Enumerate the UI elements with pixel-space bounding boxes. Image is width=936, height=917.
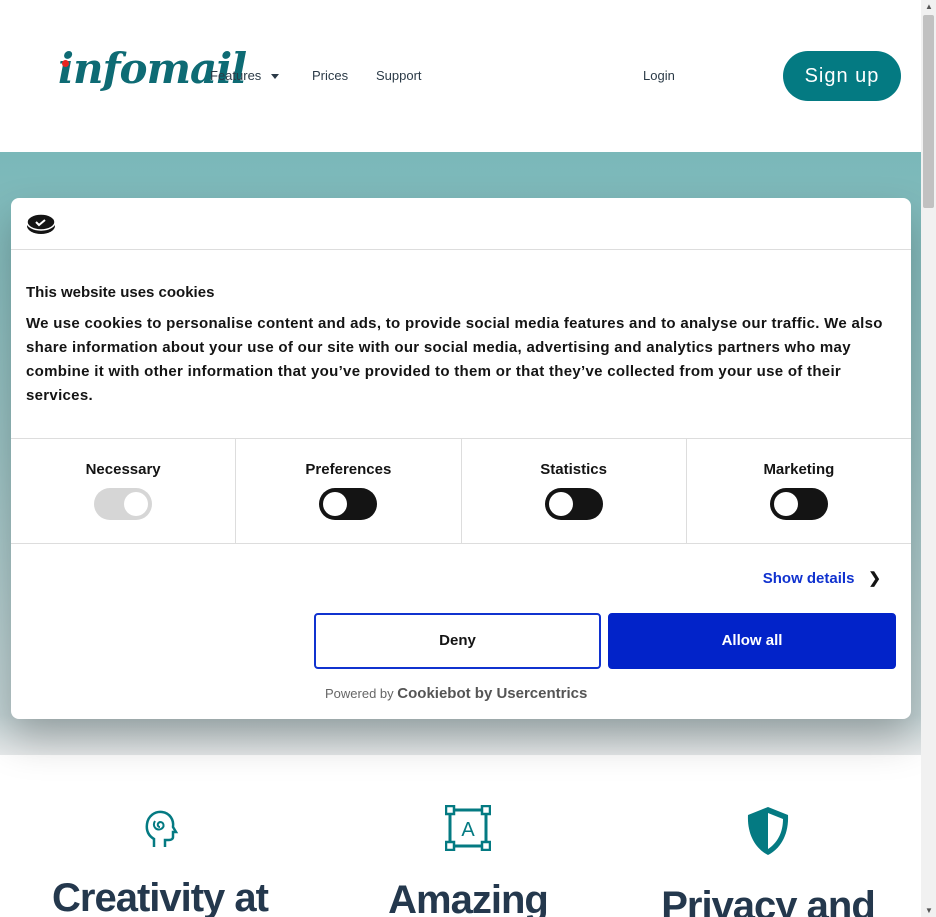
nav-prices[interactable]: Prices: [312, 68, 348, 83]
category-preferences: Preferences: [236, 439, 462, 543]
shield-icon: [747, 807, 789, 855]
feature-title: Privacy and: [661, 884, 876, 917]
category-label: Necessary: [85, 461, 161, 478]
cookiebot-logo-icon: [26, 213, 56, 234]
text-frame-icon: A: [444, 804, 492, 852]
scrollbar-thumb[interactable]: [923, 15, 934, 208]
nav-features[interactable]: Features: [210, 68, 280, 83]
feature-creativity: Creativity at: [10, 805, 310, 917]
marketing-toggle[interactable]: [769, 488, 828, 520]
dialog-header: [11, 198, 911, 250]
preferences-toggle[interactable]: [319, 488, 378, 520]
feature-privacy: Privacy and: [618, 805, 918, 917]
category-necessary: Necessary: [11, 439, 237, 543]
chevron-down-icon: [271, 74, 280, 80]
category-label: Preferences: [305, 461, 392, 478]
head-spiral-icon: [145, 810, 179, 847]
allow-all-button[interactable]: Allow all: [608, 613, 896, 669]
login-link[interactable]: Login: [643, 68, 675, 83]
category-marketing: Marketing: [687, 439, 911, 543]
dialog-title: This website uses cookies: [26, 284, 215, 301]
powered-by[interactable]: Powered by Cookiebot by Usercentrics: [325, 685, 587, 702]
category-label: Statistics: [540, 461, 607, 478]
statistics-toggle[interactable]: [544, 488, 603, 520]
feature-title: Creativity at: [52, 876, 269, 917]
chevron-right-icon: ❯: [868, 570, 881, 587]
show-details-link[interactable]: Show details ❯: [763, 569, 881, 587]
dialog-description: We use cookies to personalise content an…: [26, 315, 883, 404]
deny-button[interactable]: Deny: [314, 613, 601, 669]
nav-support[interactable]: Support: [376, 68, 422, 83]
svg-text:A: A: [461, 819, 475, 841]
cookie-consent-dialog: This website uses cookies We use cookies…: [11, 198, 911, 719]
signup-button[interactable]: Sign up: [783, 51, 901, 101]
category-label: Marketing: [763, 461, 835, 478]
consent-categories: Necessary Preferences Statistics Marketi…: [11, 438, 911, 544]
feature-title: Amazing: [388, 878, 549, 917]
scroll-down-icon[interactable]: ▼: [925, 906, 933, 915]
feature-amazing: A Amazing: [318, 804, 618, 917]
site-header: infomail Features Prices Support Login S…: [0, 0, 921, 152]
category-statistics: Statistics: [462, 439, 687, 543]
features-section: Creativity at A Amazing Privacy and: [0, 755, 921, 917]
necessary-toggle: [94, 488, 153, 520]
scroll-up-icon[interactable]: ▲: [925, 2, 933, 11]
scrollbar[interactable]: ▲ ▼: [921, 0, 936, 917]
